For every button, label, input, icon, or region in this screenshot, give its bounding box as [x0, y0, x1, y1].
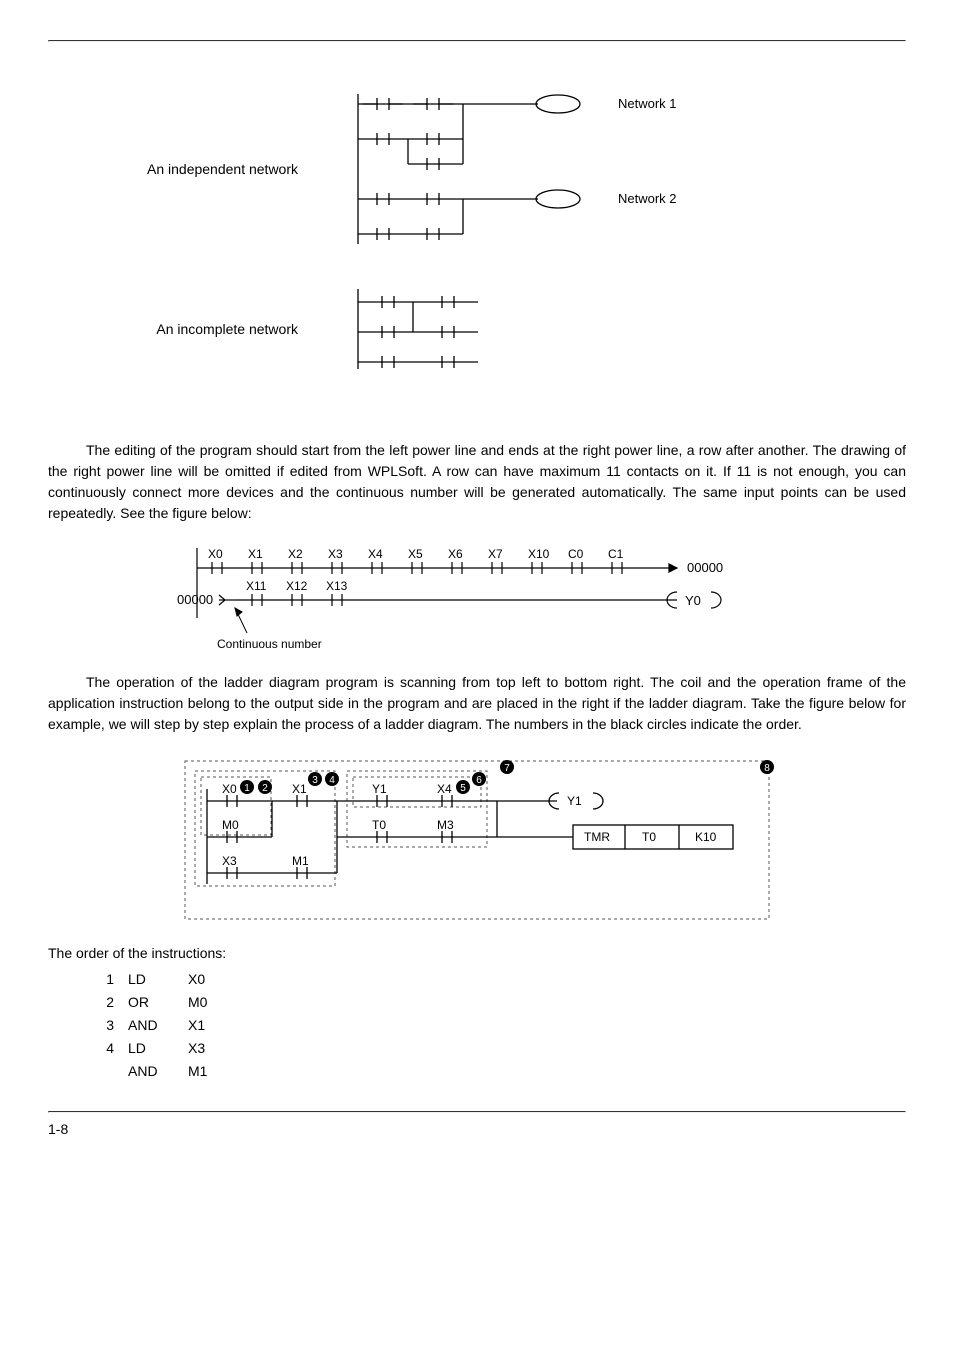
box-label: T0: [642, 830, 656, 844]
contact-label: M0: [222, 818, 239, 832]
diagram-independent-network: Network 1 Network 2: [348, 84, 708, 254]
contact-label: C1: [608, 547, 624, 561]
contact-label: X7: [488, 547, 503, 561]
contact-label: X13: [326, 579, 348, 593]
paragraph-2: The operation of the ladder diagram prog…: [48, 672, 906, 735]
diagram-continuous-number: X0 X1 X2 X3 X4 X5 X6 X7 X10 C0 C1 00000 00000 X11 X…: [48, 538, 906, 658]
contact-label: X4: [437, 782, 452, 796]
step-circle: 5: [460, 783, 466, 794]
contact-label: X3: [328, 547, 343, 561]
box-label: K10: [695, 830, 717, 844]
label-continuous-number: Continuous number: [217, 637, 322, 651]
label-00000-right: 00000: [687, 560, 723, 575]
contact-label: X0: [222, 782, 237, 796]
paragraph-1: The editing of the program should start …: [48, 440, 906, 524]
contact-label: X10: [528, 547, 550, 561]
contact-label: M1: [292, 854, 309, 868]
contact-label: M3: [437, 818, 454, 832]
instruction-row: ANDM1: [98, 1060, 221, 1083]
page-number: 1-8: [48, 1113, 906, 1140]
step-circle: 8: [764, 763, 770, 774]
step-circle: 2: [262, 783, 268, 794]
contact-label: X1: [292, 782, 307, 796]
contact-label: X12: [286, 579, 308, 593]
instruction-row: 1LDX0: [98, 968, 221, 991]
step-circle: 3: [312, 775, 318, 786]
contact-label: X6: [448, 547, 463, 561]
label-00000-left: 00000: [177, 592, 213, 607]
label-network-2: Network 2: [618, 191, 677, 206]
step-circle: 1: [244, 783, 250, 794]
step-circle: 7: [504, 763, 510, 774]
order-heading: The order of the instructions:: [48, 943, 906, 964]
contact-label: X1: [248, 547, 263, 561]
coil-y0-label: Y0: [685, 593, 701, 608]
instruction-row: 2ORM0: [98, 991, 221, 1014]
box-label: TMR: [584, 830, 610, 844]
contact-label: C0: [568, 547, 584, 561]
diagram-scan-order: X0 X1 Y1 X4 M0 T0 M3 X3 M1 Y1 TMR T0 K10…: [48, 749, 906, 929]
instruction-list: 1LDX02ORM03ANDX14LDX3ANDM1: [98, 968, 221, 1083]
contact-label: X4: [368, 547, 383, 561]
step-circle: 4: [329, 775, 335, 786]
diagram-incomplete-network: [348, 284, 578, 374]
coil-label: Y1: [567, 794, 582, 808]
contact-label: X2: [288, 547, 303, 561]
instruction-row: 3ANDX1: [98, 1014, 221, 1037]
label-network-1: Network 1: [618, 96, 677, 111]
instruction-row: 4LDX3: [98, 1037, 221, 1060]
contact-label: X0: [208, 547, 223, 561]
label-incomplete-network: An incomplete network: [48, 319, 348, 340]
contact-label: Y1: [372, 782, 387, 796]
contact-label: X5: [408, 547, 423, 561]
contact-label: X11: [246, 579, 267, 593]
contact-label: X3: [222, 854, 237, 868]
contact-label: T0: [372, 818, 386, 832]
step-circle: 6: [476, 775, 482, 786]
label-independent-network: An independent network: [48, 159, 348, 180]
